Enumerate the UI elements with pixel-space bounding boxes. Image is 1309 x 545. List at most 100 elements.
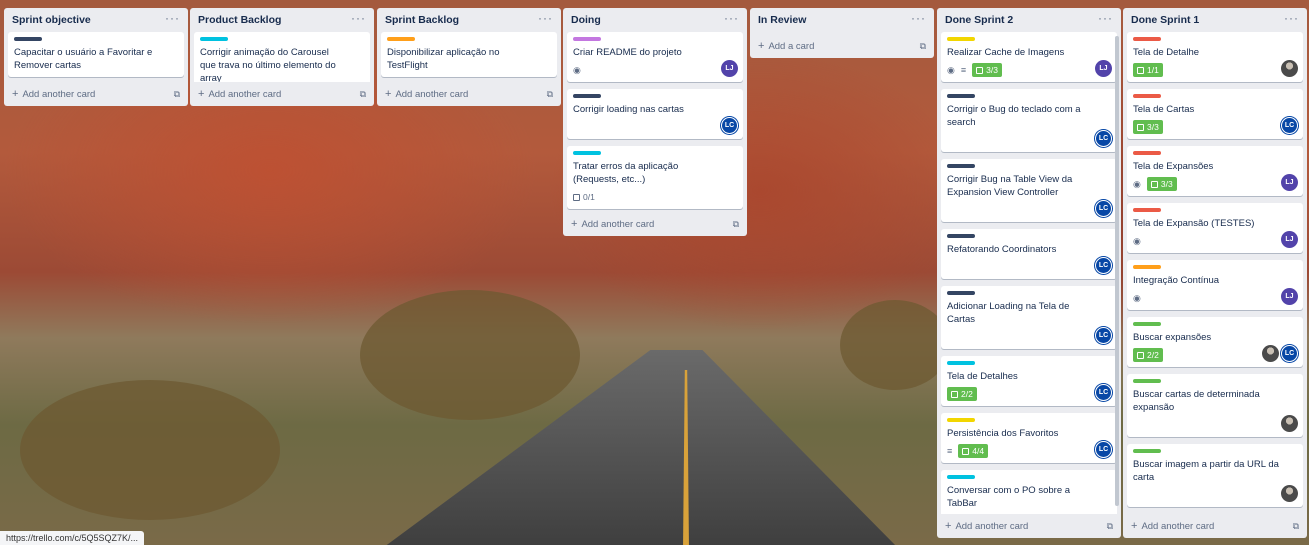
card-template-icon[interactable]: ⧉ [547,89,553,100]
card-label[interactable] [573,94,601,98]
card-label[interactable] [947,94,975,98]
card-label[interactable] [947,418,975,422]
card[interactable]: Criar README do projeto ◉ LJ [567,32,743,82]
list-title[interactable]: Product Backlog [198,14,281,26]
member-avatar[interactable]: LC [1095,384,1112,401]
card-label[interactable] [573,37,601,41]
more-options-icon[interactable]: ··· [538,12,553,24]
member-avatar[interactable]: LC [1095,130,1112,147]
card[interactable]: Tela de Cartas 3/3 LC [1127,89,1303,139]
card[interactable]: Adicionar Loading na Tela de Cartas LC [941,286,1117,349]
member-avatar[interactable]: LC [1095,327,1112,344]
card[interactable]: Corrigir loading nas cartas LC [567,89,743,139]
card[interactable]: Buscar expansões 2/2 LC [1127,317,1303,367]
card-label[interactable] [1133,449,1161,453]
more-options-icon[interactable]: ··· [911,12,926,24]
card[interactable]: Conversar com o PO sobre a TabBar1/1 [941,470,1117,514]
add-card-link[interactable]: + Add another card [571,218,654,230]
member-avatar[interactable]: LC [1095,200,1112,217]
card-label[interactable] [1133,151,1161,155]
card-label[interactable] [947,475,975,479]
add-card-link[interactable]: + Add another card [1131,520,1214,532]
member-photo-avatar[interactable] [1281,415,1298,432]
more-options-icon[interactable]: ··· [1284,12,1299,24]
add-card-link[interactable]: + Add another card [385,88,468,100]
add-card-button[interactable]: + Add a card ⧉ [750,34,934,58]
add-card-link[interactable]: + Add another card [198,88,281,100]
card-label[interactable] [1133,94,1161,98]
card-template-icon[interactable]: ⧉ [174,89,180,100]
member-avatar[interactable]: LC [1095,257,1112,274]
card-label[interactable] [14,37,42,41]
list-scrollbar[interactable] [1115,36,1119,506]
card[interactable]: Tratar erros da aplicação (Requests, etc… [567,146,743,209]
card-label[interactable] [947,37,975,41]
card[interactable]: Tela de Detalhe 1/1 [1127,32,1303,82]
card-title: Corrigir Bug na Table View da Expansion … [947,174,1073,198]
member-avatar[interactable]: LC [1095,441,1112,458]
list-title[interactable]: In Review [758,14,806,26]
card[interactable]: Capacitar o usuário a Favoritar e Remove… [8,32,184,77]
add-card-link[interactable]: + Add another card [945,520,1028,532]
add-card-button[interactable]: + Add another card ⧉ [190,82,374,106]
add-card-button[interactable]: + Add another card ⧉ [4,82,188,106]
member-avatar[interactable]: LJ [1281,174,1298,191]
member-photo-avatar[interactable] [1262,345,1279,362]
card-label[interactable] [947,164,975,168]
card-label[interactable] [1133,322,1161,326]
add-card-button[interactable]: + Add another card ⧉ [1123,514,1307,538]
card[interactable]: Tela de Detalhes 2/2 LC [941,356,1117,406]
member-avatar[interactable]: LJ [721,60,738,77]
list-title[interactable]: Done Sprint 1 [1131,14,1199,26]
list-title[interactable]: Sprint objective [12,14,91,26]
member-avatar[interactable]: LC [1281,345,1298,362]
card-template-icon[interactable]: ⧉ [1293,521,1299,532]
card-template-icon[interactable]: ⧉ [733,219,739,230]
card-template-icon[interactable]: ⧉ [920,41,926,52]
more-options-icon[interactable]: ··· [165,12,180,24]
card-label[interactable] [387,37,415,41]
add-card-link[interactable]: + Add a card [758,40,814,52]
card-template-icon[interactable]: ⧉ [1107,521,1113,532]
card[interactable]: Buscar cartas de determinada expansão [1127,374,1303,437]
member-avatar[interactable]: LC [1281,117,1298,134]
card[interactable]: Corrigir animação do Carousel que trava … [194,32,370,82]
card-label[interactable] [1133,379,1161,383]
card[interactable]: Tela de Expansões ◉ 3/3 LJ [1127,146,1303,196]
card[interactable]: Buscar imagem a partir da URL da carta [1127,444,1303,507]
card-list: Corrigir animação do Carousel que trava … [190,32,374,82]
card-label[interactable] [1133,265,1161,269]
card[interactable]: Corrigir Bug na Table View da Expansion … [941,159,1117,222]
add-card-button[interactable]: + Add another card ⧉ [377,82,561,106]
card[interactable]: Integração Contínua ◉ LJ [1127,260,1303,310]
card[interactable]: Tela de Expansão (TESTES) ◉ LJ [1127,203,1303,253]
more-options-icon[interactable]: ··· [724,12,739,24]
card-label[interactable] [1133,208,1161,212]
card-label[interactable] [1133,37,1161,41]
list-title[interactable]: Done Sprint 2 [945,14,1013,26]
member-avatar[interactable]: LJ [1095,60,1112,77]
member-photo-avatar[interactable] [1281,485,1298,502]
card[interactable]: Corrigir o Bug do teclado com a search LC [941,89,1117,152]
member-avatar[interactable]: LC [721,117,738,134]
card[interactable]: Realizar Cache de Imagens ◉ ≡ 3/3 LJ [941,32,1117,82]
member-avatar[interactable]: LJ [1281,288,1298,305]
card-label[interactable] [947,234,975,238]
list-title[interactable]: Sprint Backlog [385,14,459,26]
card-label[interactable] [947,291,975,295]
more-options-icon[interactable]: ··· [351,12,366,24]
card-label[interactable] [200,37,228,41]
card-label[interactable] [573,151,601,155]
card[interactable]: Persistência dos Favoritos ≡ 4/4 LC [941,413,1117,463]
member-photo-avatar[interactable] [1281,60,1298,77]
card-template-icon[interactable]: ⧉ [360,89,366,100]
more-options-icon[interactable]: ··· [1098,12,1113,24]
add-card-button[interactable]: + Add another card ⧉ [937,514,1121,538]
add-card-button[interactable]: + Add another card ⧉ [563,212,747,236]
member-avatar[interactable]: LJ [1281,231,1298,248]
add-card-link[interactable]: + Add another card [12,88,95,100]
card[interactable]: Refatorando Coordinators LC [941,229,1117,279]
card[interactable]: Disponibilizar aplicação no TestFlight [381,32,557,77]
list-title[interactable]: Doing [571,14,601,26]
card-label[interactable] [947,361,975,365]
